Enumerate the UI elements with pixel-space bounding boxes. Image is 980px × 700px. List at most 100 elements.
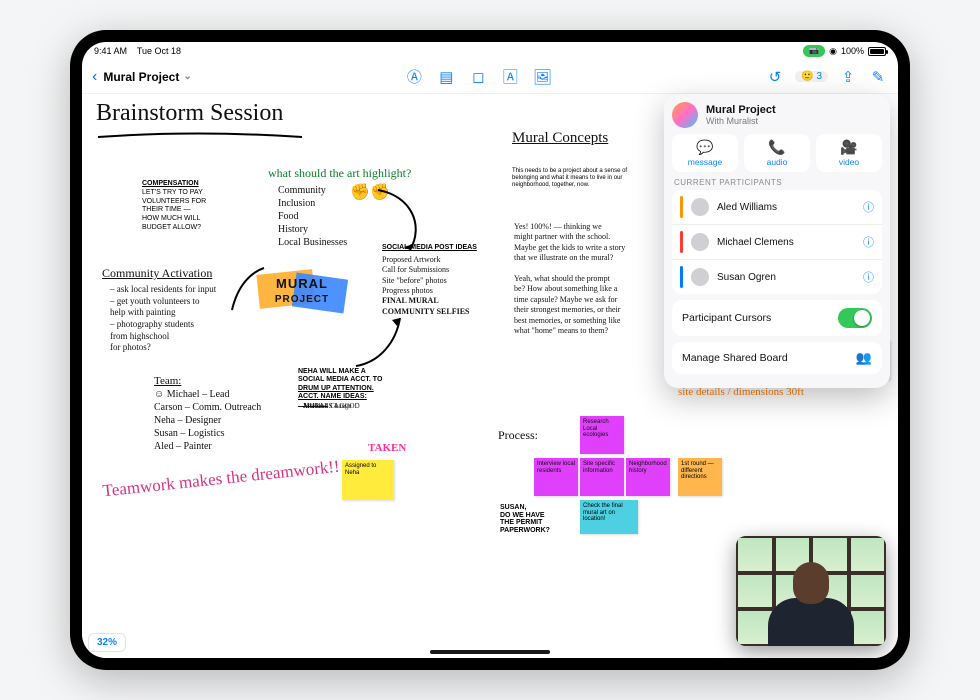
sticky-process[interactable]: Check the final mural art on location! xyxy=(580,500,638,534)
participant-color xyxy=(680,196,683,218)
sticky-process[interactable]: Neighborhood history xyxy=(626,458,670,496)
share-button[interactable]: ⇪ xyxy=(838,67,858,87)
popover-subtitle: With Muralist xyxy=(706,116,776,126)
sticky-text: 1st round — different directions xyxy=(681,461,714,480)
text-tool-icon[interactable]: Ⓐ xyxy=(404,67,424,87)
hand-line: Maybe get the kids to write a story xyxy=(514,243,664,253)
message-button[interactable]: 💬message xyxy=(672,134,738,172)
avatar-icon xyxy=(691,268,709,286)
susan-line: PAPERWORK? xyxy=(500,527,580,535)
participant-row[interactable]: Michael Clemens ⓘ xyxy=(672,225,882,260)
participant-row[interactable]: Aled Williams ⓘ xyxy=(672,190,882,225)
manage-row-label: Manage Shared Board xyxy=(682,352,788,364)
popover-title: Mural Project xyxy=(706,104,776,116)
list-item: – photography students xyxy=(110,319,216,331)
list-item: Proposed Artwork xyxy=(382,255,470,265)
sticky-text: Interview local residents xyxy=(537,461,575,474)
collaborators-button[interactable]: 🙂 3 xyxy=(795,71,828,82)
sticky-assigned[interactable]: Assigned to Neha xyxy=(342,460,394,500)
collab-count-text: 3 xyxy=(816,71,822,82)
toolbar: ‹ Mural Project ⌄ Ⓐ ▤ ◻ 🄰 🖼 ↺ 🙂 3 ⇪ xyxy=(82,60,898,94)
list-item: Carson – Comm. Outreach xyxy=(154,401,261,414)
participant-row[interactable]: Susan Ogren ⓘ xyxy=(672,260,882,294)
fist-icon: ✊ xyxy=(370,182,390,202)
chevron-down-icon: ⌄ xyxy=(183,71,191,82)
facetime-pip[interactable] xyxy=(736,536,886,646)
status-time: 9:41 AM xyxy=(94,46,127,56)
hand-line: what "home" means to them? xyxy=(514,326,664,336)
list-item: – ask local residents for input xyxy=(110,284,216,296)
compensation-block: COMPENSATION LET'S TRY TO PAY VOLUNTEERS… xyxy=(142,180,252,233)
pip-person xyxy=(766,556,856,646)
social-title: SOCIAL MEDIA POST IDEAS xyxy=(382,244,492,253)
mural-logo[interactable]: MURAL PROJECT xyxy=(252,266,352,326)
cursor-toggle[interactable] xyxy=(838,308,872,328)
camera-active-pill[interactable]: 📷 xyxy=(803,45,825,57)
compensation-line: HOW MUCH WILL xyxy=(142,215,252,224)
fist-icon: ✊ xyxy=(350,182,370,202)
team-block: Team: ☺ Michael – Lead Carson – Comm. Ou… xyxy=(154,374,261,453)
participant-name: Susan Ogren xyxy=(717,272,855,283)
hand-line: might partner with the school. xyxy=(514,232,664,242)
sticky-process[interactable]: Interview local residents xyxy=(534,458,578,496)
list-item: History xyxy=(278,223,347,236)
manage-board-row[interactable]: Manage Shared Board 👥 xyxy=(672,342,882,374)
teamwork-ink: Teamwork makes the dreamwork!! xyxy=(102,458,341,500)
share-popover: Mural Project With Muralist 💬message 📞au… xyxy=(664,94,890,388)
info-icon[interactable]: ⓘ xyxy=(863,199,874,215)
audio-button[interactable]: 📞audio xyxy=(744,134,810,172)
wifi-icon: ◉ xyxy=(829,46,837,57)
sticky-process[interactable]: Site specific information xyxy=(580,458,624,496)
activation-list: – ask local residents for input – get yo… xyxy=(110,284,216,354)
logo-line2: PROJECT xyxy=(252,294,352,305)
sticky-process[interactable]: Research Local ecologies xyxy=(580,416,624,454)
neha-line: NEHA WILL MAKE A xyxy=(298,368,428,376)
list-item: COMMUNITY SELFIES xyxy=(382,307,470,317)
hand-line: Yeah, what should the prompt xyxy=(514,274,664,284)
activation-title: Community Activation xyxy=(102,266,212,281)
board-title[interactable]: Mural Project ⌄ xyxy=(103,70,191,84)
sticky-process[interactable]: 1st round — different directions xyxy=(678,458,722,496)
shape-tool-icon[interactable]: ◻ xyxy=(468,67,488,87)
arrow-icon xyxy=(350,312,410,372)
list-item: Susan – Logistics xyxy=(154,427,261,440)
video-button[interactable]: 🎥video xyxy=(816,134,882,172)
hand-line: be? How about something like a xyxy=(514,284,664,294)
canvas-heading: Brainstorm Session xyxy=(96,100,283,127)
info-icon[interactable]: ⓘ xyxy=(863,269,874,285)
highlight-list: Community Inclusion Food History Local B… xyxy=(278,184,347,249)
list-item: Food xyxy=(278,210,347,223)
text-box-tool-icon[interactable]: 🄰 xyxy=(500,67,520,87)
hand-line: that we illustrate on the mural? xyxy=(514,253,664,263)
compose-button[interactable]: ✎ xyxy=(868,67,888,87)
list-item: Neha – Designer xyxy=(154,414,261,427)
concepts-hand1: Yes! 100%! — thinking we might partner w… xyxy=(514,222,664,264)
list-item: Call for Submissions xyxy=(382,265,470,275)
participant-cursors-row[interactable]: Participant Cursors xyxy=(672,300,882,336)
social-block: SOCIAL MEDIA POST IDEAS Proposed Artwork… xyxy=(382,244,492,253)
video-icon: 🎥 xyxy=(816,139,882,156)
neha-block: NEHA WILL MAKE A SOCIAL MEDIA ACCT. TO D… xyxy=(298,368,428,402)
zoom-badge[interactable]: 32% xyxy=(88,633,126,652)
participant-name: Michael Clemens xyxy=(717,237,855,248)
compensation-line: VOLUNTEERS FOR xyxy=(142,198,252,207)
neha-line: DRUM UP ATTENTION. xyxy=(298,385,428,393)
phone-icon: 📞 xyxy=(744,139,810,156)
home-indicator[interactable] xyxy=(430,650,550,654)
battery-percent: 100% xyxy=(841,46,864,56)
media-tool-icon[interactable]: 🖼 xyxy=(532,67,552,87)
list-item: Progress photos xyxy=(382,286,470,296)
process-title: Process: xyxy=(498,428,538,443)
ipad-device-frame: 9:41 AM Tue Oct 18 📷 ◉ 100% ‹ Mural Proj… xyxy=(70,30,910,670)
status-date: Tue Oct 18 xyxy=(137,46,181,56)
avatar-icon: 🙂 xyxy=(801,71,813,82)
back-button[interactable]: ‹ xyxy=(92,68,97,86)
undo-button[interactable]: ↺ xyxy=(765,67,785,87)
neha-line: ACCT. NAME IDEAS: xyxy=(298,393,428,401)
heading-underline xyxy=(96,132,306,142)
message-icon: 💬 xyxy=(672,139,738,156)
sticky-note-tool-icon[interactable]: ▤ xyxy=(436,67,456,87)
sticky-text: Research Local ecologies xyxy=(583,419,609,438)
info-icon[interactable]: ⓘ xyxy=(863,234,874,250)
battery-icon xyxy=(868,47,886,56)
